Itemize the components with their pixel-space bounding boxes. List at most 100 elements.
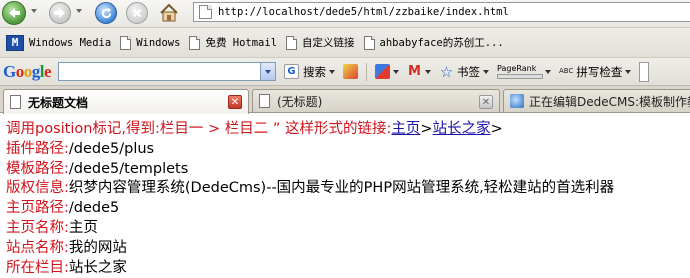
forward-button[interactable] [49,2,71,24]
info-value: 站长之家 [68,259,127,276]
info-label: 版权信息: [6,180,69,197]
highlighter-icon [343,64,359,79]
abc-icon: ABC [559,67,574,75]
info-value: /dede5 [68,200,120,217]
spellcheck-label: 拼写检查 [576,64,623,79]
chevron-down-icon[interactable] [545,69,552,74]
page-icon [120,35,132,50]
bookmark-custom-links[interactable]: 自定义链接 [286,35,355,50]
info-label: 站点名称: [6,239,69,256]
info-label: 插件路径: [6,140,69,157]
bookmarks-star-button[interactable]: ☆ 书签 [439,62,490,81]
tab-strip: 无标题文档 ✕ (无标题) ✕ 正在编辑DedeCMS:模板制作教程 [0,85,690,114]
tab-untitled-document[interactable]: 无标题文档 ✕ [3,89,249,114]
info-label: 主页名称: [6,219,69,236]
page-icon [259,94,270,108]
back-history-dropdown-icon[interactable] [31,9,37,13]
info-value: /dede5/templets [68,160,189,177]
home-icon [160,3,178,22]
info-label: 模板路径: [6,160,69,177]
close-tab-icon[interactable]: ✕ [228,95,242,109]
google-search-button[interactable]: G 搜索 [284,64,336,80]
chevron-down-icon [425,69,432,74]
bookmark-windows[interactable]: Windows [120,35,181,50]
blocks-button[interactable] [375,64,400,79]
reload-button[interactable] [95,2,117,24]
toolbar-separator [366,62,368,81]
bookmark-label: ahbabyface的苏创工... [379,37,504,49]
info-row-site-name: 站点名称:我的网站 [6,239,690,259]
gmail-icon: M [408,64,421,79]
google-g-icon: G [284,64,300,79]
chevron-down-icon [483,69,490,74]
back-arrow-icon [9,8,20,18]
info-row-home-name: 主页名称:主页 [6,219,690,239]
highlight-button[interactable] [343,64,359,79]
blocks-icon [375,64,391,79]
page-icon [199,5,212,19]
star-icon: ☆ [439,62,454,81]
info-label: 所在栏目: [6,259,69,276]
info-row-home-path: 主页路径:/dede5 [6,199,690,219]
breadcrumb-separator: > [420,121,433,137]
editor-icon [510,94,524,108]
close-tab-icon[interactable]: ✕ [479,95,493,109]
translate-icon [639,61,650,82]
bookmark-label: 自定义链接 [302,37,355,49]
info-row-current-column: 所在栏目:站长之家 [6,259,690,278]
back-button[interactable] [2,1,26,25]
forward-arrow-icon [54,8,65,18]
pagerank-indicator[interactable]: PageRank [497,64,544,79]
bookmark-label: Windows Media [29,36,112,49]
page-icon [10,95,21,109]
tab-no-title[interactable]: (无标题) ✕ [252,89,500,112]
bookmark-label: Windows [136,36,181,49]
pagerank-bar [497,74,544,79]
spellcheck-button[interactable]: ABC 拼写检查 [559,64,632,80]
forward-history-dropdown-icon[interactable] [76,9,82,13]
bookmark-label: 免费 Hotmail [205,37,278,49]
chevron-down-icon [329,69,336,74]
home-button[interactable] [158,2,180,24]
tab-dedecms-editing[interactable]: 正在编辑DedeCMS:模板制作教程 [503,89,690,112]
google-toolbar: Google G 搜索 M ☆ 书签 PageRank ABC 拼写检查 [0,57,690,85]
tab-title: 正在编辑DedeCMS:模板制作教程 [529,94,690,109]
tab-title: 无标题文档 [28,95,89,110]
info-label: 主页路径: [6,200,69,217]
position-line: 调用position标记,得到:栏目一 > 栏目二 ” 这样形式的链接:主页>站… [6,120,690,140]
info-value: 主页 [68,219,98,236]
chevron-down-icon [625,69,632,74]
translate-button[interactable] [639,61,650,82]
info-value: /dede5/plus [68,140,155,157]
page-content: 调用position标记,得到:栏目一 > 栏目二 ” 这样形式的链接:主页>站… [6,120,690,278]
google-search-input[interactable] [58,62,277,81]
info-row-template-path: 模板路径:/dede5/templets [6,160,690,180]
stop-icon [132,8,142,18]
breadcrumb-home-link[interactable]: 主页 [391,121,420,137]
stop-button[interactable] [126,2,148,24]
bookmark-windows-media[interactable]: M Windows Media [0,34,112,51]
breadcrumb-current-link[interactable]: 站长之家 [433,121,491,137]
info-row-copyright: 版权信息:织梦内容管理系统(DedeCms)--国内最专业的PHP网站管理系统,… [6,179,690,199]
search-history-dropdown-icon[interactable] [260,63,276,80]
pagerank-label: PageRank [497,64,537,73]
page-icon [363,35,375,50]
info-value: 我的网站 [68,239,127,256]
address-bar[interactable]: http://localhost/dede5/html/zzbaike/inde… [193,2,690,22]
google-logo[interactable]: Google [3,62,52,82]
url-text[interactable]: http://localhost/dede5/html/zzbaike/inde… [218,6,509,18]
bookmark-ahbabyface[interactable]: ahbabyface的苏创工... [363,35,504,50]
bookmarks-toolbar: M Windows Media Windows 免费 Hotmail 自定义链接… [0,27,690,57]
bookmark-hotmail[interactable]: 免费 Hotmail [189,35,277,50]
page-icon [286,35,298,50]
bookmarks-label: 书签 [457,64,481,79]
windows-media-icon: M [6,34,24,51]
reload-icon [101,7,111,18]
breadcrumb-trailing: > [490,121,503,137]
gmail-button[interactable]: M [407,64,432,79]
navigation-toolbar: http://localhost/dede5/html/zzbaike/inde… [0,0,690,27]
tab-title: (无标题) [277,94,323,109]
info-row-plugin-path: 插件路径:/dede5/plus [6,140,690,160]
search-button-label: 搜索 [303,64,327,79]
info-value: 织梦内容管理系统(DedeCms)--国内最专业的PHP网站管理系统,轻松建站的… [68,180,615,197]
